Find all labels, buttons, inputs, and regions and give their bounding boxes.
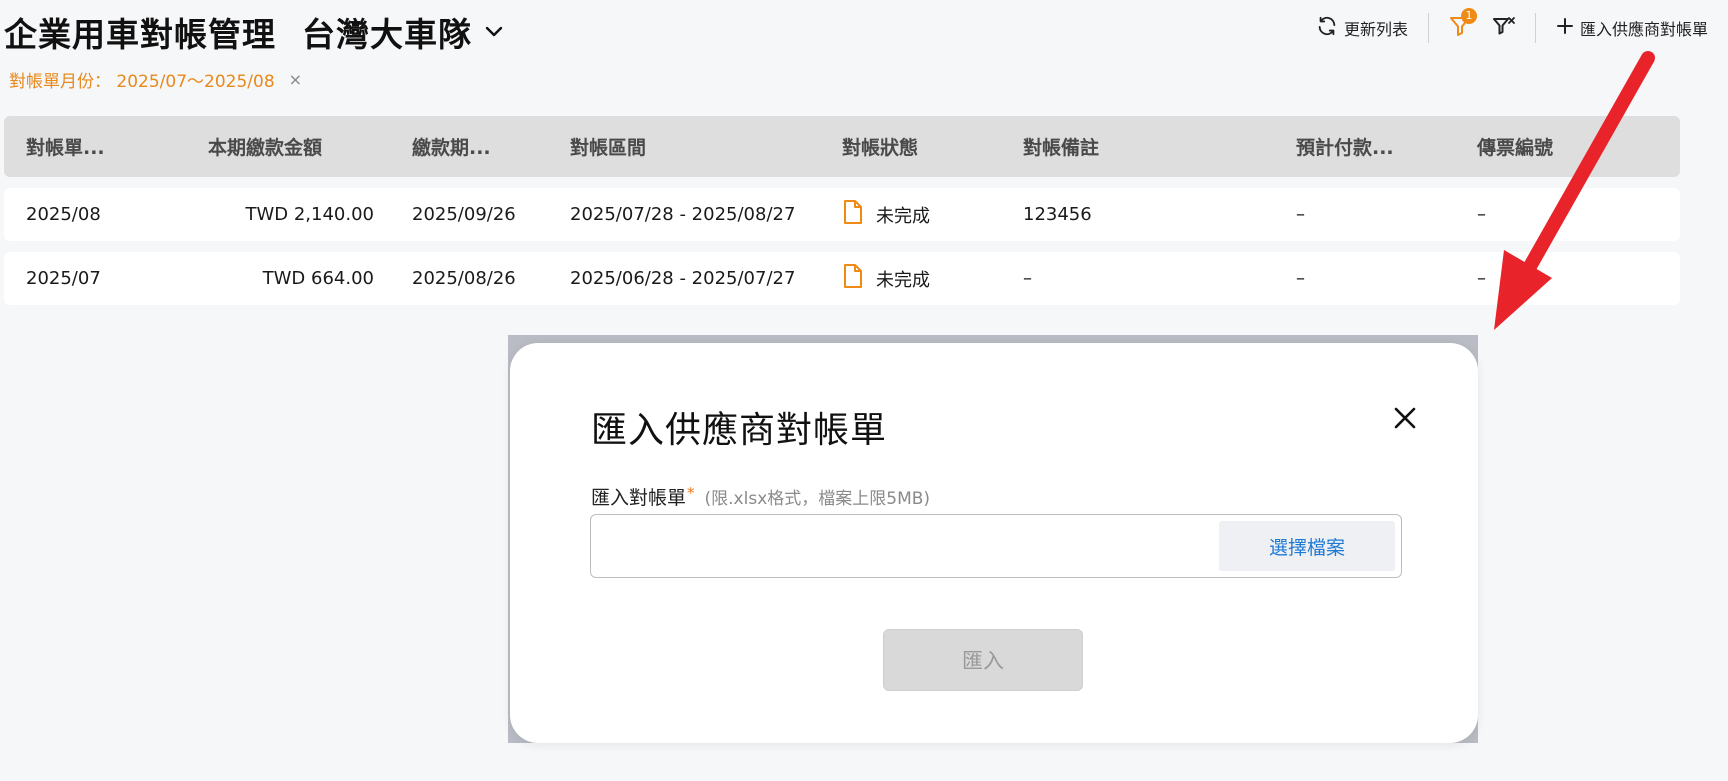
table-header: 對帳單... 本期繳款金額 繳款期... 對帳區間 對帳狀態 對帳備註 預計付款… [4, 116, 1680, 177]
chevron-down-icon[interactable] [484, 25, 504, 39]
due-date: 2025/09/26 [412, 204, 516, 225]
toolbar-divider [1427, 13, 1429, 43]
column-header[interactable]: 繳款期... [412, 116, 491, 177]
page-title: 企業用車對帳管理 台灣大車隊 [4, 8, 504, 56]
column-header[interactable]: 對帳備註 [1023, 116, 1099, 177]
status-text: 未完成 [876, 205, 930, 227]
filter-button[interactable]: 1 [1443, 8, 1477, 46]
import-submit-button[interactable]: 匯入 [883, 629, 1083, 691]
month-filter-chip: 對帳單月份： 2025/07～2025/08 × [9, 67, 302, 92]
voucher-number: – [1477, 268, 1486, 289]
document-icon [842, 263, 864, 294]
reconcile-status: 未完成 [842, 252, 930, 305]
reconcile-note: 123456 [1023, 204, 1092, 225]
import-dialog: 匯入供應商對帳單 匯入對帳單 * (限.xlsx格式，檔案上限5MB) 選擇檔案… [510, 343, 1478, 743]
column-header[interactable]: 預計付款... [1296, 116, 1394, 177]
column-header[interactable]: 傳票編號 [1477, 116, 1553, 177]
toolbar-divider [1534, 13, 1536, 43]
filter-count-badge: 1 [1460, 8, 1477, 24]
expected-payment: – [1296, 204, 1305, 225]
due-date: 2025/08/26 [412, 268, 516, 289]
dialog-title: 匯入供應商對帳單 [591, 410, 888, 451]
reconcile-status: 未完成 [842, 188, 930, 241]
column-header[interactable]: 對帳單... [26, 116, 105, 177]
page-title-text: 企業用車對帳管理 [4, 15, 276, 54]
reconcile-range: 2025/06/28 - 2025/07/27 [570, 268, 796, 289]
column-header[interactable]: 本期繳款金額 [208, 116, 322, 177]
choose-file-button[interactable]: 選擇檔案 [1219, 521, 1395, 571]
fleet-selector[interactable]: 台灣大車隊 [302, 8, 472, 56]
payment-amount: TWD 664.00 [262, 268, 374, 289]
refresh-list-button[interactable]: 更新列表 [1310, 10, 1414, 46]
statement-month: 2025/08 [26, 204, 101, 225]
chip-close-icon[interactable]: × [289, 70, 302, 89]
required-mark: * [687, 484, 695, 502]
table-row[interactable]: 2025/08 TWD 2,140.00 2025/09/26 2025/07/… [4, 188, 1680, 241]
table-row[interactable]: 2025/07 TWD 664.00 2025/08/26 2025/06/28… [4, 252, 1680, 305]
refresh-list-label: 更新列表 [1343, 20, 1408, 39]
plus-icon [1556, 17, 1574, 39]
filter-clear-icon [1492, 14, 1516, 42]
page-header: 企業用車對帳管理 台灣大車隊 更新列表 1 匯入供應商對帳單 對帳單月份： 20… [0, 0, 1728, 92]
month-filter-text: 對帳單月份： 2025/07～2025/08 [9, 72, 275, 92]
file-field-label-text: 匯入對帳單 [591, 487, 687, 509]
file-format-hint: (限.xlsx格式，檔案上限5MB) [704, 489, 931, 509]
status-text: 未完成 [876, 269, 930, 291]
file-field-label: 匯入對帳單 * (限.xlsx格式，檔案上限5MB) [591, 483, 930, 510]
statement-month: 2025/07 [26, 268, 101, 289]
document-icon [842, 199, 864, 230]
refresh-icon [1316, 15, 1338, 41]
import-statement-label: 匯入供應商對帳單 [1579, 20, 1708, 39]
statement-table: 對帳單... 本期繳款金額 繳款期... 對帳區間 對帳狀態 對帳備註 預計付款… [4, 116, 1680, 305]
clear-filter-button[interactable] [1487, 10, 1521, 46]
column-header[interactable]: 對帳狀態 [842, 116, 918, 177]
reconcile-range: 2025/07/28 - 2025/08/27 [570, 204, 796, 225]
close-icon[interactable] [1392, 405, 1418, 431]
toolbar: 更新列表 1 匯入供應商對帳單 [1310, 8, 1714, 46]
expected-payment: – [1296, 268, 1305, 289]
payment-amount: TWD 2,140.00 [245, 204, 374, 225]
reconcile-note: – [1023, 268, 1032, 289]
column-header[interactable]: 對帳區間 [570, 116, 646, 177]
file-input[interactable]: 選擇檔案 [590, 514, 1402, 578]
voucher-number: – [1477, 204, 1486, 225]
import-statement-button[interactable]: 匯入供應商對帳單 [1550, 10, 1714, 46]
